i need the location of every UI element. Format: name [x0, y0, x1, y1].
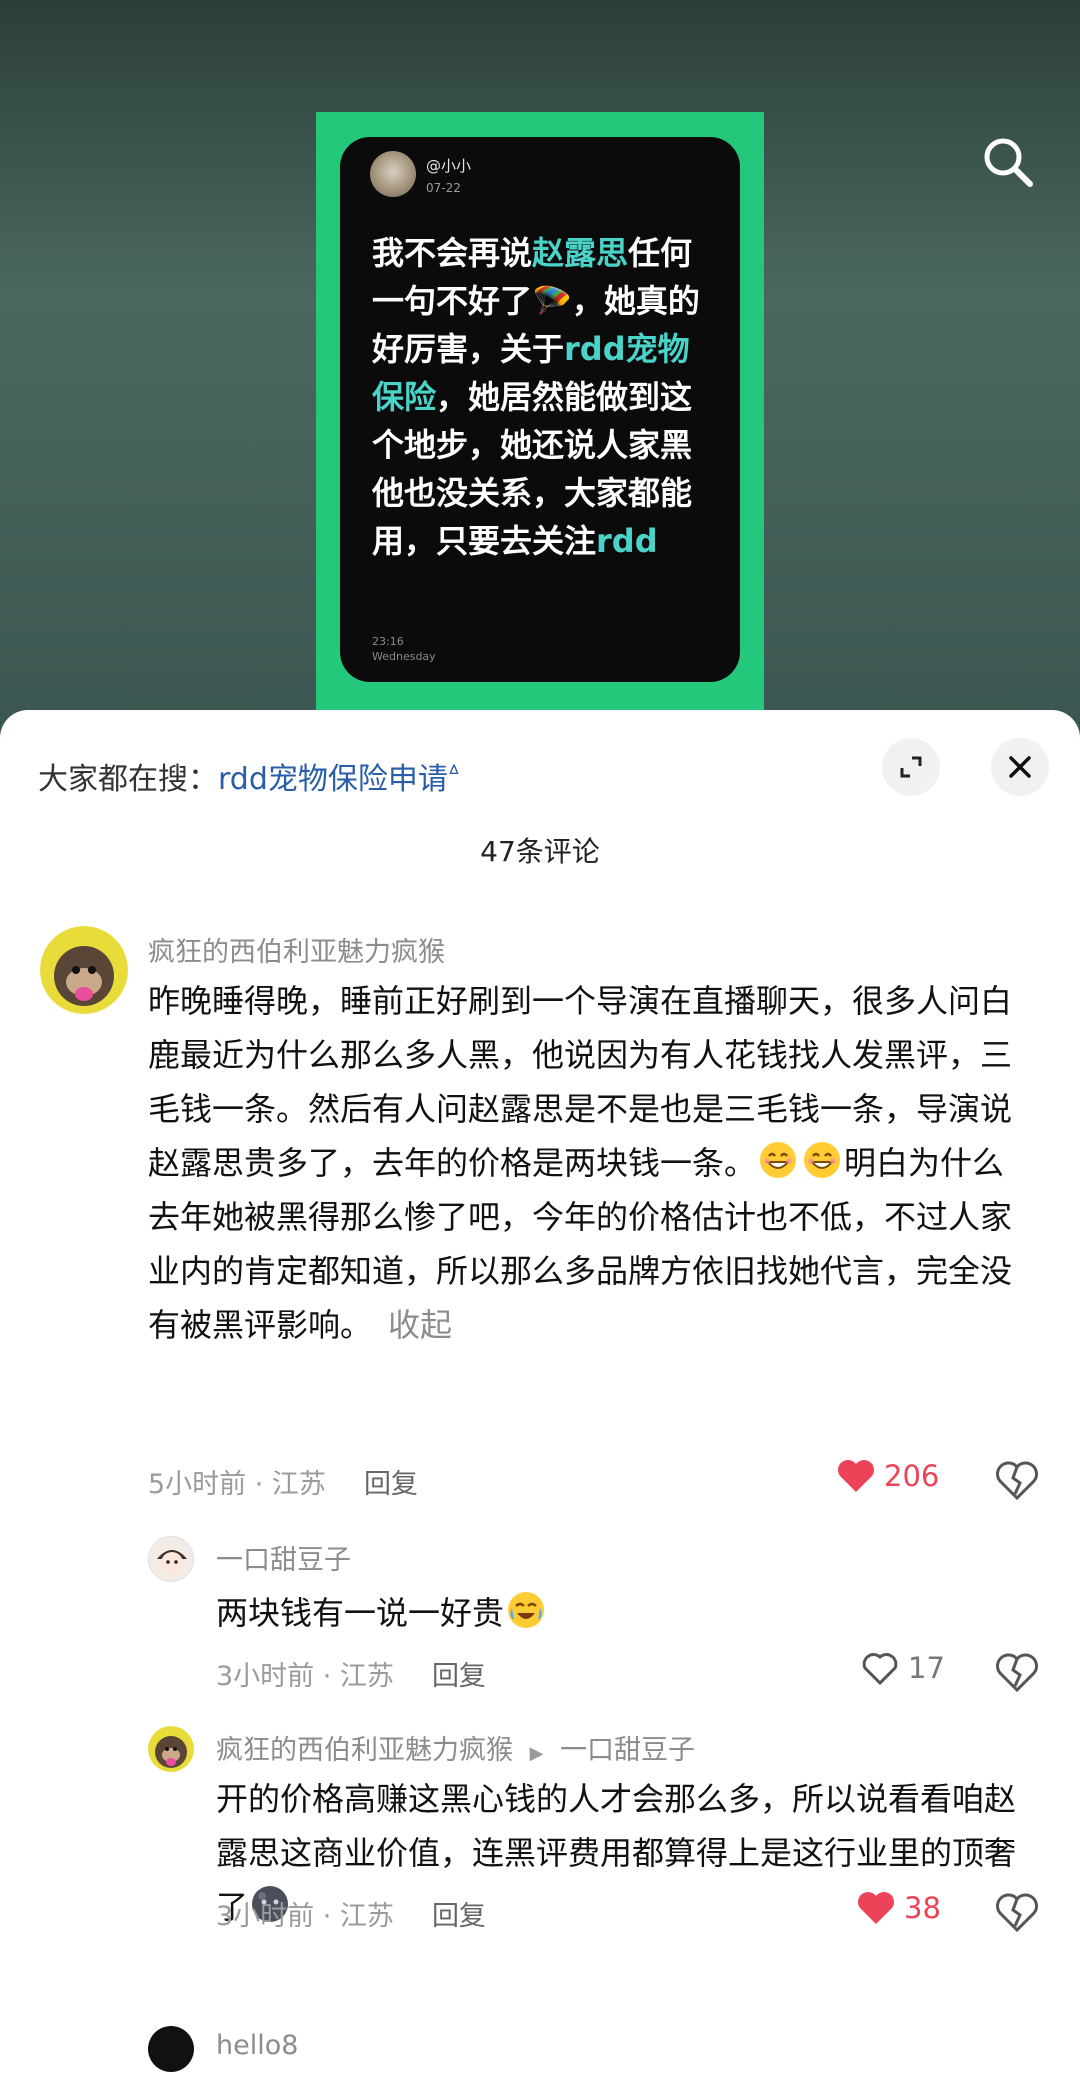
monkey-avatar-icon: [148, 1726, 194, 1772]
comment-text: 两块钱有一说一好贵: [216, 1586, 1016, 1640]
avatar[interactable]: [148, 2026, 194, 2072]
comment-meta: 5小时前 · 江苏 回复: [148, 1462, 418, 1501]
post-text: 我不会再说赵露思任何一句不好了🪂，她真的好厉害，关于rdd宠物保险，她居然能做到…: [372, 229, 712, 565]
avatar[interactable]: [148, 1726, 194, 1772]
trending-search-prefix: 大家都在搜：: [38, 762, 218, 797]
post-weekday: Wednesday: [372, 650, 436, 663]
reply-button[interactable]: 回复: [432, 1661, 486, 1692]
comment-username[interactable]: 疯狂的西伯利亚魅力疯猴: [216, 1735, 513, 1766]
post-text-highlight: 赵露思: [532, 234, 629, 272]
like-count: 38: [904, 1891, 941, 1925]
expand-button[interactable]: [882, 738, 940, 796]
like-count: 17: [908, 1651, 945, 1685]
heart-filled-icon: [858, 1892, 894, 1924]
heart-outline-icon: [862, 1653, 898, 1686]
search-icon: [984, 138, 1033, 187]
post-date: 07-22: [426, 181, 461, 195]
post-text-highlight: rdd: [596, 522, 658, 560]
like-count: 206: [884, 1459, 940, 1493]
broken-heart-icon[interactable]: [994, 1458, 1040, 1504]
comment-time-location: 5小时前 · 江苏: [148, 1469, 326, 1500]
broken-heart-icon[interactable]: [994, 1890, 1040, 1936]
post-time: 23:16: [372, 635, 404, 648]
comment-username-line: 疯狂的西伯利亚魅力疯猴 ▶ 一口甜豆子: [216, 1728, 695, 1767]
comment-username[interactable]: 疯狂的西伯利亚魅力疯猴: [148, 930, 445, 969]
like-button[interactable]: 17: [860, 1650, 945, 1686]
reply-button[interactable]: 回复: [364, 1469, 418, 1500]
trending-search-query[interactable]: rdd宠物保险申请: [218, 762, 448, 797]
comment-meta: 3小时前 · 江苏 回复: [216, 1654, 486, 1693]
comment-time-location: 3小时前 · 江苏: [216, 1661, 394, 1692]
monkey-avatar-icon: [40, 926, 128, 1014]
expand-icon: [900, 756, 922, 778]
broken-heart-icon[interactable]: [994, 1650, 1040, 1696]
search-button[interactable]: [978, 132, 1038, 192]
post-timestamp: 23:16 Wednesday: [372, 634, 436, 664]
post-card: @小小 07-22 我不会再说赵露思任何一句不好了🪂，她真的好厉害，关于rdd宠…: [340, 137, 740, 682]
grin-emoji-icon: [804, 1142, 841, 1178]
trending-search[interactable]: 大家都在搜：rdd宠物保险申请ᐞ: [38, 754, 460, 798]
comment-time-location: 3小时前 · 江苏: [216, 1901, 394, 1932]
comment-text: 昨晚睡得晚，睡前正好刷到一个导演在直播聊天，很多人问白鹿最近为什么那么多人黑，他…: [148, 974, 1028, 1352]
collapse-link[interactable]: 收起: [388, 1306, 452, 1344]
comment-text-part: 两块钱有一说一好贵: [216, 1594, 505, 1632]
post-handle: @小小: [426, 157, 472, 175]
reply-to-username[interactable]: 一口甜豆子: [560, 1735, 695, 1766]
comment-sheet: 大家都在搜：rdd宠物保险申请ᐞ 47条评论 疯狂的西伯利亚魅力疯猴 昨晚睡得晚…: [0, 710, 1080, 2075]
crying-laughing-emoji-icon: [508, 1592, 545, 1628]
search-small-icon: ᐞ: [447, 762, 460, 787]
close-button[interactable]: [991, 738, 1049, 796]
comment-username[interactable]: 一口甜豆子: [216, 1538, 351, 1577]
comment-username[interactable]: hello8: [216, 2030, 298, 2061]
girl-avatar-icon: [149, 1537, 193, 1581]
avatar[interactable]: [40, 926, 128, 1014]
post-text-segment: 我不会再说: [372, 234, 533, 272]
reply-arrow-icon: ▶: [529, 1743, 544, 1764]
like-button[interactable]: 38: [856, 1890, 941, 1926]
like-button[interactable]: 206: [836, 1458, 939, 1494]
close-icon: [1009, 756, 1031, 778]
avatar[interactable]: [148, 1536, 194, 1582]
reply-button[interactable]: 回复: [432, 1901, 486, 1932]
comment-count: 47条评论: [480, 835, 600, 868]
post-avatar: [370, 151, 416, 197]
heart-filled-icon: [838, 1460, 874, 1492]
comment-meta: 3小时前 · 江苏 回复: [216, 1894, 486, 1933]
grin-emoji-icon: [760, 1142, 797, 1178]
